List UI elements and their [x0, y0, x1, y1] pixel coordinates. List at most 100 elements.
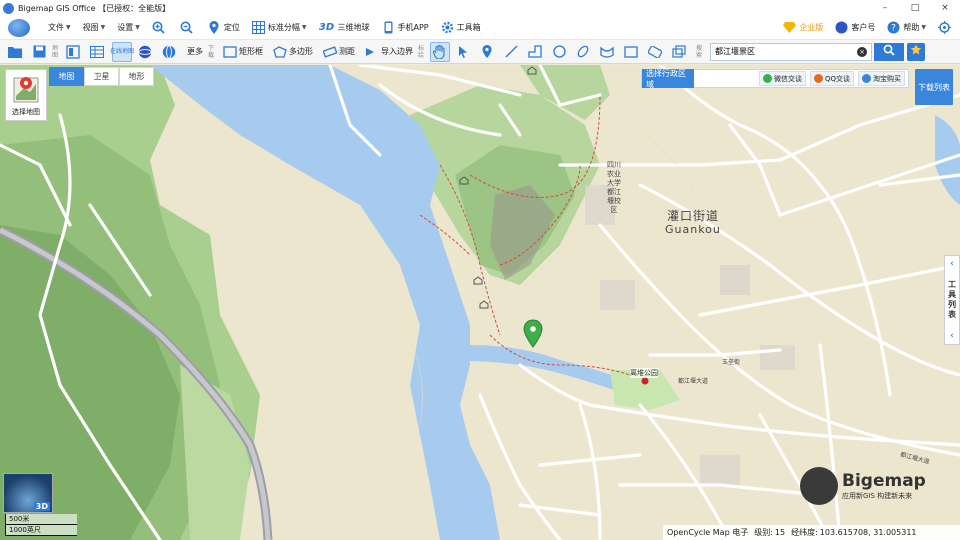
- mobile-app-button[interactable]: 手机APP: [376, 17, 435, 39]
- clear-icon[interactable]: ×: [857, 46, 867, 57]
- menu-bar: 文件 ▼ 视图 ▼ 设置 ▼ 定位 标准分幅 ▼ 3D 三维地球 手机APP 工具箱 企…: [0, 16, 960, 40]
- minimize-button[interactable]: –: [870, 0, 900, 16]
- favorite-button[interactable]: [907, 42, 925, 61]
- save-button[interactable]: [30, 42, 50, 62]
- university-label: 四川 农业 大学 都江 堰校 区: [606, 161, 622, 215]
- chevron-down-icon: ▼: [66, 24, 71, 31]
- line-tool-button[interactable]: [502, 42, 522, 62]
- select-map-button[interactable]: 选择地图: [5, 69, 47, 121]
- annotate-group-label: 标绘: [418, 42, 428, 62]
- target-button[interactable]: [932, 17, 960, 39]
- search-input[interactable]: [715, 47, 857, 56]
- pan-tool-button[interactable]: [430, 41, 450, 62]
- map-picker-icon: [13, 77, 39, 103]
- diamond-icon: [783, 21, 797, 34]
- watermark-slogan: 应用新GIS 构建新未来: [842, 492, 913, 500]
- gear-icon: [441, 21, 454, 34]
- region-share-bar: 选择行政区域 微信交谈 QQ交谈 淘宝购买: [641, 69, 909, 89]
- import-arrow-icon: [365, 45, 379, 59]
- copy-icon: [672, 45, 686, 59]
- map-group-text: 地图: [52, 44, 59, 59]
- map-type-switch: 地图 卫星 地形: [49, 67, 154, 86]
- hand-icon: [432, 44, 446, 59]
- menu-file[interactable]: 文件 ▼: [42, 17, 77, 39]
- chevron-left-icon[interactable]: ‹: [950, 259, 954, 269]
- university-label-line: 大学: [607, 179, 621, 187]
- qq-chat-button[interactable]: QQ交谈: [809, 71, 854, 86]
- rectangle-tool-button[interactable]: [622, 42, 642, 62]
- search-button[interactable]: [874, 42, 904, 61]
- globe3d-button[interactable]: 3D 三维地球: [313, 17, 376, 39]
- taobao-buy-button[interactable]: 淘宝购买: [858, 71, 905, 86]
- circle-tool-button[interactable]: [550, 42, 570, 62]
- download-list-button[interactable]: 下载列表: [915, 69, 953, 105]
- rect-select-button[interactable]: 矩形框: [220, 42, 266, 62]
- polygon-button[interactable]: 多边形: [270, 42, 316, 62]
- pointer-tool-button[interactable]: [454, 42, 474, 62]
- wechat-chat-button[interactable]: 微信交谈: [758, 71, 806, 86]
- more-button[interactable]: 更多: [184, 42, 206, 62]
- map-layers-button[interactable]: [64, 42, 84, 62]
- globe-minimap[interactable]: 3D: [3, 473, 53, 513]
- table-button[interactable]: [88, 42, 108, 62]
- district-label-cn: 灌口街道: [667, 209, 720, 223]
- tag-tool-button[interactable]: [646, 42, 666, 62]
- menu-settings[interactable]: 设置 ▼: [111, 17, 146, 39]
- university-label-line: 四川: [607, 161, 621, 169]
- arc-icon: [600, 45, 614, 59]
- polyline-icon: [528, 45, 542, 59]
- standard-split-button[interactable]: 标准分幅 ▼: [246, 17, 313, 39]
- import-border-button[interactable]: 导入边界: [362, 42, 416, 62]
- location-pin-icon: [480, 45, 494, 59]
- measure-button[interactable]: 测距: [320, 42, 358, 62]
- rectangle-select-icon: [223, 45, 237, 59]
- copy-tool-button[interactable]: [670, 42, 690, 62]
- globe-button[interactable]: [136, 42, 156, 62]
- arc-tool-button[interactable]: [598, 42, 618, 62]
- help-button[interactable]: ? 帮助 ▼: [881, 17, 932, 39]
- globe2-button[interactable]: [160, 42, 180, 62]
- chevron-down-icon: ▼: [921, 24, 926, 31]
- map-type-satellite[interactable]: 卫星: [84, 67, 119, 86]
- map-type-terrain[interactable]: 地形: [119, 67, 154, 86]
- online-map-button[interactable]: 在线地图: [110, 41, 134, 62]
- locate-button[interactable]: 定位: [202, 17, 246, 39]
- zoom-out-button[interactable]: [174, 17, 202, 39]
- customer-button[interactable]: 客户号: [829, 17, 881, 39]
- chevron-left-icon[interactable]: ‹: [950, 331, 954, 341]
- scale-imperial: 1000英尺: [5, 525, 77, 536]
- polyline-tool-button[interactable]: [526, 42, 546, 62]
- menu-file-label: 文件: [48, 23, 64, 32]
- close-button[interactable]: ×: [930, 0, 960, 16]
- customer-label: 客户号: [851, 23, 876, 32]
- university-label-line: 都江: [607, 188, 621, 196]
- circle-icon: [552, 45, 566, 59]
- enterprise-button[interactable]: 企业版: [777, 17, 829, 39]
- map-type-map[interactable]: 地图: [49, 67, 84, 86]
- toolbox-button[interactable]: 工具箱: [435, 17, 487, 39]
- zoom-in-button[interactable]: [146, 17, 174, 39]
- save-icon: [32, 45, 46, 59]
- open-button[interactable]: [6, 42, 26, 62]
- table-icon: [90, 45, 104, 59]
- marker-tool-button[interactable]: [478, 42, 498, 62]
- window-title: Bigemap GIS Office 【已授权：全能版】: [18, 3, 171, 13]
- chevron-down-icon: ▼: [100, 24, 106, 31]
- tool-bar: 地图 在线地图 更多 下载 矩形框 多边形 测距 导入边界 标绘 搜索 ×: [0, 40, 960, 64]
- menu-view[interactable]: 视图 ▼: [77, 17, 112, 39]
- ellipse-tool-button[interactable]: [574, 42, 594, 62]
- maximize-button[interactable]: □: [900, 0, 930, 16]
- 3d-badge: 3D: [33, 502, 50, 511]
- crosshair-icon: [938, 21, 951, 34]
- coords-label: 经纬度:: [791, 528, 818, 537]
- download-group-text: 下载: [208, 44, 215, 59]
- map-canvas[interactable]: 灌口街道 Guankou 四川 农业 大学 都江 堰校 区 离堆公园 都江堰大道…: [0, 65, 960, 540]
- tool-list-label: 工具列表: [947, 280, 957, 320]
- toolbox-label: 工具箱: [456, 23, 481, 32]
- cursor-icon: [456, 45, 470, 59]
- search-field[interactable]: ×: [710, 42, 872, 61]
- select-region-button[interactable]: 选择行政区域: [642, 69, 694, 89]
- coords-value: 103.615708, 31.005311: [819, 528, 917, 537]
- select-map-label: 选择地图: [12, 108, 40, 116]
- tool-list-panel[interactable]: ‹ 工具列表 ‹: [944, 255, 960, 345]
